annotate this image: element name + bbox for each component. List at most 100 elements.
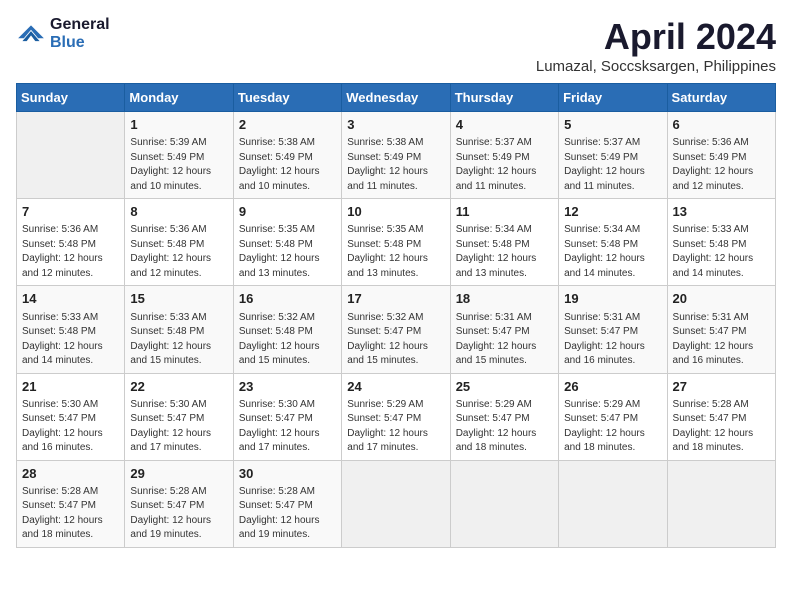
day-info: Sunrise: 5:29 AM Sunset: 5:47 PM Dayligh… xyxy=(347,398,444,456)
calendar-day-cell: 6Sunrise: 5:36 AM Sunset: 5:49 PM Daylig… xyxy=(667,112,775,199)
calendar-day-cell: 10Sunrise: 5:35 AM Sunset: 5:48 PM Dayli… xyxy=(342,199,450,286)
day-number: 15 xyxy=(130,290,227,308)
day-number: 10 xyxy=(347,203,444,221)
day-info: Sunrise: 5:31 AM Sunset: 5:47 PM Dayligh… xyxy=(673,311,770,369)
day-info: Sunrise: 5:34 AM Sunset: 5:48 PM Dayligh… xyxy=(564,223,661,281)
calendar-day-cell xyxy=(559,460,667,547)
day-info: Sunrise: 5:36 AM Sunset: 5:48 PM Dayligh… xyxy=(22,223,119,281)
day-number: 18 xyxy=(456,290,553,308)
day-info: Sunrise: 5:29 AM Sunset: 5:47 PM Dayligh… xyxy=(564,398,661,456)
day-number: 28 xyxy=(22,465,119,483)
calendar-day-cell: 19Sunrise: 5:31 AM Sunset: 5:47 PM Dayli… xyxy=(559,286,667,373)
calendar-day-cell: 22 Sunrise: 5:30 AM Sunset: 5:47 PM Dayli… xyxy=(125,373,233,460)
calendar-day-cell xyxy=(450,460,558,547)
day-info: Sunrise: 5:29 AM Sunset: 5:47 PM Dayligh… xyxy=(456,398,553,456)
day-info: Sunrise: 5:38 AM Sunset: 5:49 PM Dayligh… xyxy=(239,136,336,194)
calendar-week-row: 14 Sunrise: 5:33 AM Sunset: 5:48 PM Dayli… xyxy=(17,286,776,373)
day-number: 9 xyxy=(239,203,336,221)
day-number: 1 xyxy=(130,116,227,134)
day-number: 29 xyxy=(130,465,227,483)
day-number: 19 xyxy=(564,290,661,308)
day-info: Sunrise: 5:28 AM Sunset: 5:47 PM Dayligh… xyxy=(239,485,336,543)
calendar-day-cell xyxy=(342,460,450,547)
day-number: 24 xyxy=(347,378,444,396)
day-number: 4 xyxy=(456,116,553,134)
calendar-day-cell: 28 Sunrise: 5:28 AM Sunset: 5:47 PM Dayli… xyxy=(17,460,125,547)
calendar-day-cell: 11Sunrise: 5:34 AM Sunset: 5:48 PM Dayli… xyxy=(450,199,558,286)
calendar-subtitle: Lumazal, Soccsksargen, Philippines xyxy=(536,58,776,75)
day-number: 14 xyxy=(22,290,119,308)
day-info: Sunrise: 5:30 AM Sunset: 5:47 PM Dayligh… xyxy=(130,398,227,456)
weekday-header: SundayMondayTuesdayWednesdayThursdayFrid… xyxy=(17,84,776,112)
logo-blue: Blue xyxy=(50,34,110,52)
day-info: Sunrise: 5:38 AM Sunset: 5:49 PM Dayligh… xyxy=(347,136,444,194)
weekday-header-cell: Monday xyxy=(125,84,233,112)
calendar-day-cell: 2 Sunrise: 5:38 AM Sunset: 5:49 PM Daylig… xyxy=(233,112,341,199)
day-number: 3 xyxy=(347,116,444,134)
day-number: 7 xyxy=(22,203,119,221)
day-number: 2 xyxy=(239,116,336,134)
calendar-week-row: 1 Sunrise: 5:39 AM Sunset: 5:49 PM Daylig… xyxy=(17,112,776,199)
day-info: Sunrise: 5:36 AM Sunset: 5:49 PM Dayligh… xyxy=(673,136,770,194)
day-number: 11 xyxy=(456,203,553,221)
calendar-day-cell xyxy=(667,460,775,547)
day-info: Sunrise: 5:31 AM Sunset: 5:47 PM Dayligh… xyxy=(456,311,553,369)
day-number: 30 xyxy=(239,465,336,483)
day-info: Sunrise: 5:39 AM Sunset: 5:49 PM Dayligh… xyxy=(130,136,227,194)
weekday-header-cell: Sunday xyxy=(17,84,125,112)
calendar-day-cell: 24 Sunrise: 5:29 AM Sunset: 5:47 PM Dayli… xyxy=(342,373,450,460)
calendar-day-cell: 5 Sunrise: 5:37 AM Sunset: 5:49 PM Daylig… xyxy=(559,112,667,199)
calendar-day-cell: 13Sunrise: 5:33 AM Sunset: 5:48 PM Dayli… xyxy=(667,199,775,286)
calendar-day-cell: 21 Sunrise: 5:30 AM Sunset: 5:47 PM Dayli… xyxy=(17,373,125,460)
calendar-day-cell: 7 Sunrise: 5:36 AM Sunset: 5:48 PM Daylig… xyxy=(17,199,125,286)
calendar-day-cell: 17Sunrise: 5:32 AM Sunset: 5:47 PM Dayli… xyxy=(342,286,450,373)
day-number: 12 xyxy=(564,203,661,221)
calendar-day-cell: 20 Sunrise: 5:31 AM Sunset: 5:47 PM Dayli… xyxy=(667,286,775,373)
day-info: Sunrise: 5:30 AM Sunset: 5:47 PM Dayligh… xyxy=(22,398,119,456)
day-number: 23 xyxy=(239,378,336,396)
day-number: 20 xyxy=(673,290,770,308)
day-number: 5 xyxy=(564,116,661,134)
calendar-day-cell: 14 Sunrise: 5:33 AM Sunset: 5:48 PM Dayli… xyxy=(17,286,125,373)
calendar-day-cell: 27Sunrise: 5:28 AM Sunset: 5:47 PM Dayli… xyxy=(667,373,775,460)
day-info: Sunrise: 5:28 AM Sunset: 5:47 PM Dayligh… xyxy=(673,398,770,456)
calendar-day-cell xyxy=(17,112,125,199)
weekday-header-cell: Saturday xyxy=(667,84,775,112)
calendar-day-cell: 16Sunrise: 5:32 AM Sunset: 5:48 PM Dayli… xyxy=(233,286,341,373)
calendar-day-cell: 30 Sunrise: 5:28 AM Sunset: 5:47 PM Dayli… xyxy=(233,460,341,547)
calendar-title: April 2024 xyxy=(536,16,776,58)
calendar-day-cell: 23Sunrise: 5:30 AM Sunset: 5:47 PM Dayli… xyxy=(233,373,341,460)
day-number: 25 xyxy=(456,378,553,396)
calendar-day-cell: 8 Sunrise: 5:36 AM Sunset: 5:48 PM Daylig… xyxy=(125,199,233,286)
title-section: April 2024 Lumazal, Soccsksargen, Philip… xyxy=(536,16,776,75)
day-info: Sunrise: 5:28 AM Sunset: 5:47 PM Dayligh… xyxy=(130,485,227,543)
calendar-day-cell: 1 Sunrise: 5:39 AM Sunset: 5:49 PM Daylig… xyxy=(125,112,233,199)
day-number: 22 xyxy=(130,378,227,396)
day-number: 26 xyxy=(564,378,661,396)
calendar-day-cell: 26 Sunrise: 5:29 AM Sunset: 5:47 PM Dayli… xyxy=(559,373,667,460)
day-info: Sunrise: 5:37 AM Sunset: 5:49 PM Dayligh… xyxy=(456,136,553,194)
calendar-day-cell: 3 Sunrise: 5:38 AM Sunset: 5:49 PM Daylig… xyxy=(342,112,450,199)
calendar-week-row: 7 Sunrise: 5:36 AM Sunset: 5:48 PM Daylig… xyxy=(17,199,776,286)
logo-icon xyxy=(16,24,46,44)
calendar-table: SundayMondayTuesdayWednesdayThursdayFrid… xyxy=(16,83,776,548)
day-info: Sunrise: 5:33 AM Sunset: 5:48 PM Dayligh… xyxy=(130,311,227,369)
calendar-day-cell: 4 Sunrise: 5:37 AM Sunset: 5:49 PM Daylig… xyxy=(450,112,558,199)
day-info: Sunrise: 5:33 AM Sunset: 5:48 PM Dayligh… xyxy=(673,223,770,281)
calendar-day-cell: 25 Sunrise: 5:29 AM Sunset: 5:47 PM Dayli… xyxy=(450,373,558,460)
day-info: Sunrise: 5:32 AM Sunset: 5:47 PM Dayligh… xyxy=(347,311,444,369)
day-info: Sunrise: 5:35 AM Sunset: 5:48 PM Dayligh… xyxy=(239,223,336,281)
header: General Blue April 2024 Lumazal, Soccsks… xyxy=(16,16,776,75)
logo-general: General xyxy=(50,16,110,34)
day-info: Sunrise: 5:33 AM Sunset: 5:48 PM Dayligh… xyxy=(22,311,119,369)
weekday-header-cell: Tuesday xyxy=(233,84,341,112)
day-number: 8 xyxy=(130,203,227,221)
day-number: 21 xyxy=(22,378,119,396)
day-number: 16 xyxy=(239,290,336,308)
calendar-week-row: 21 Sunrise: 5:30 AM Sunset: 5:47 PM Dayli… xyxy=(17,373,776,460)
day-info: Sunrise: 5:28 AM Sunset: 5:47 PM Dayligh… xyxy=(22,485,119,543)
day-info: Sunrise: 5:36 AM Sunset: 5:48 PM Dayligh… xyxy=(130,223,227,281)
day-info: Sunrise: 5:37 AM Sunset: 5:49 PM Dayligh… xyxy=(564,136,661,194)
calendar-day-cell: 15 Sunrise: 5:33 AM Sunset: 5:48 PM Dayli… xyxy=(125,286,233,373)
weekday-header-cell: Friday xyxy=(559,84,667,112)
